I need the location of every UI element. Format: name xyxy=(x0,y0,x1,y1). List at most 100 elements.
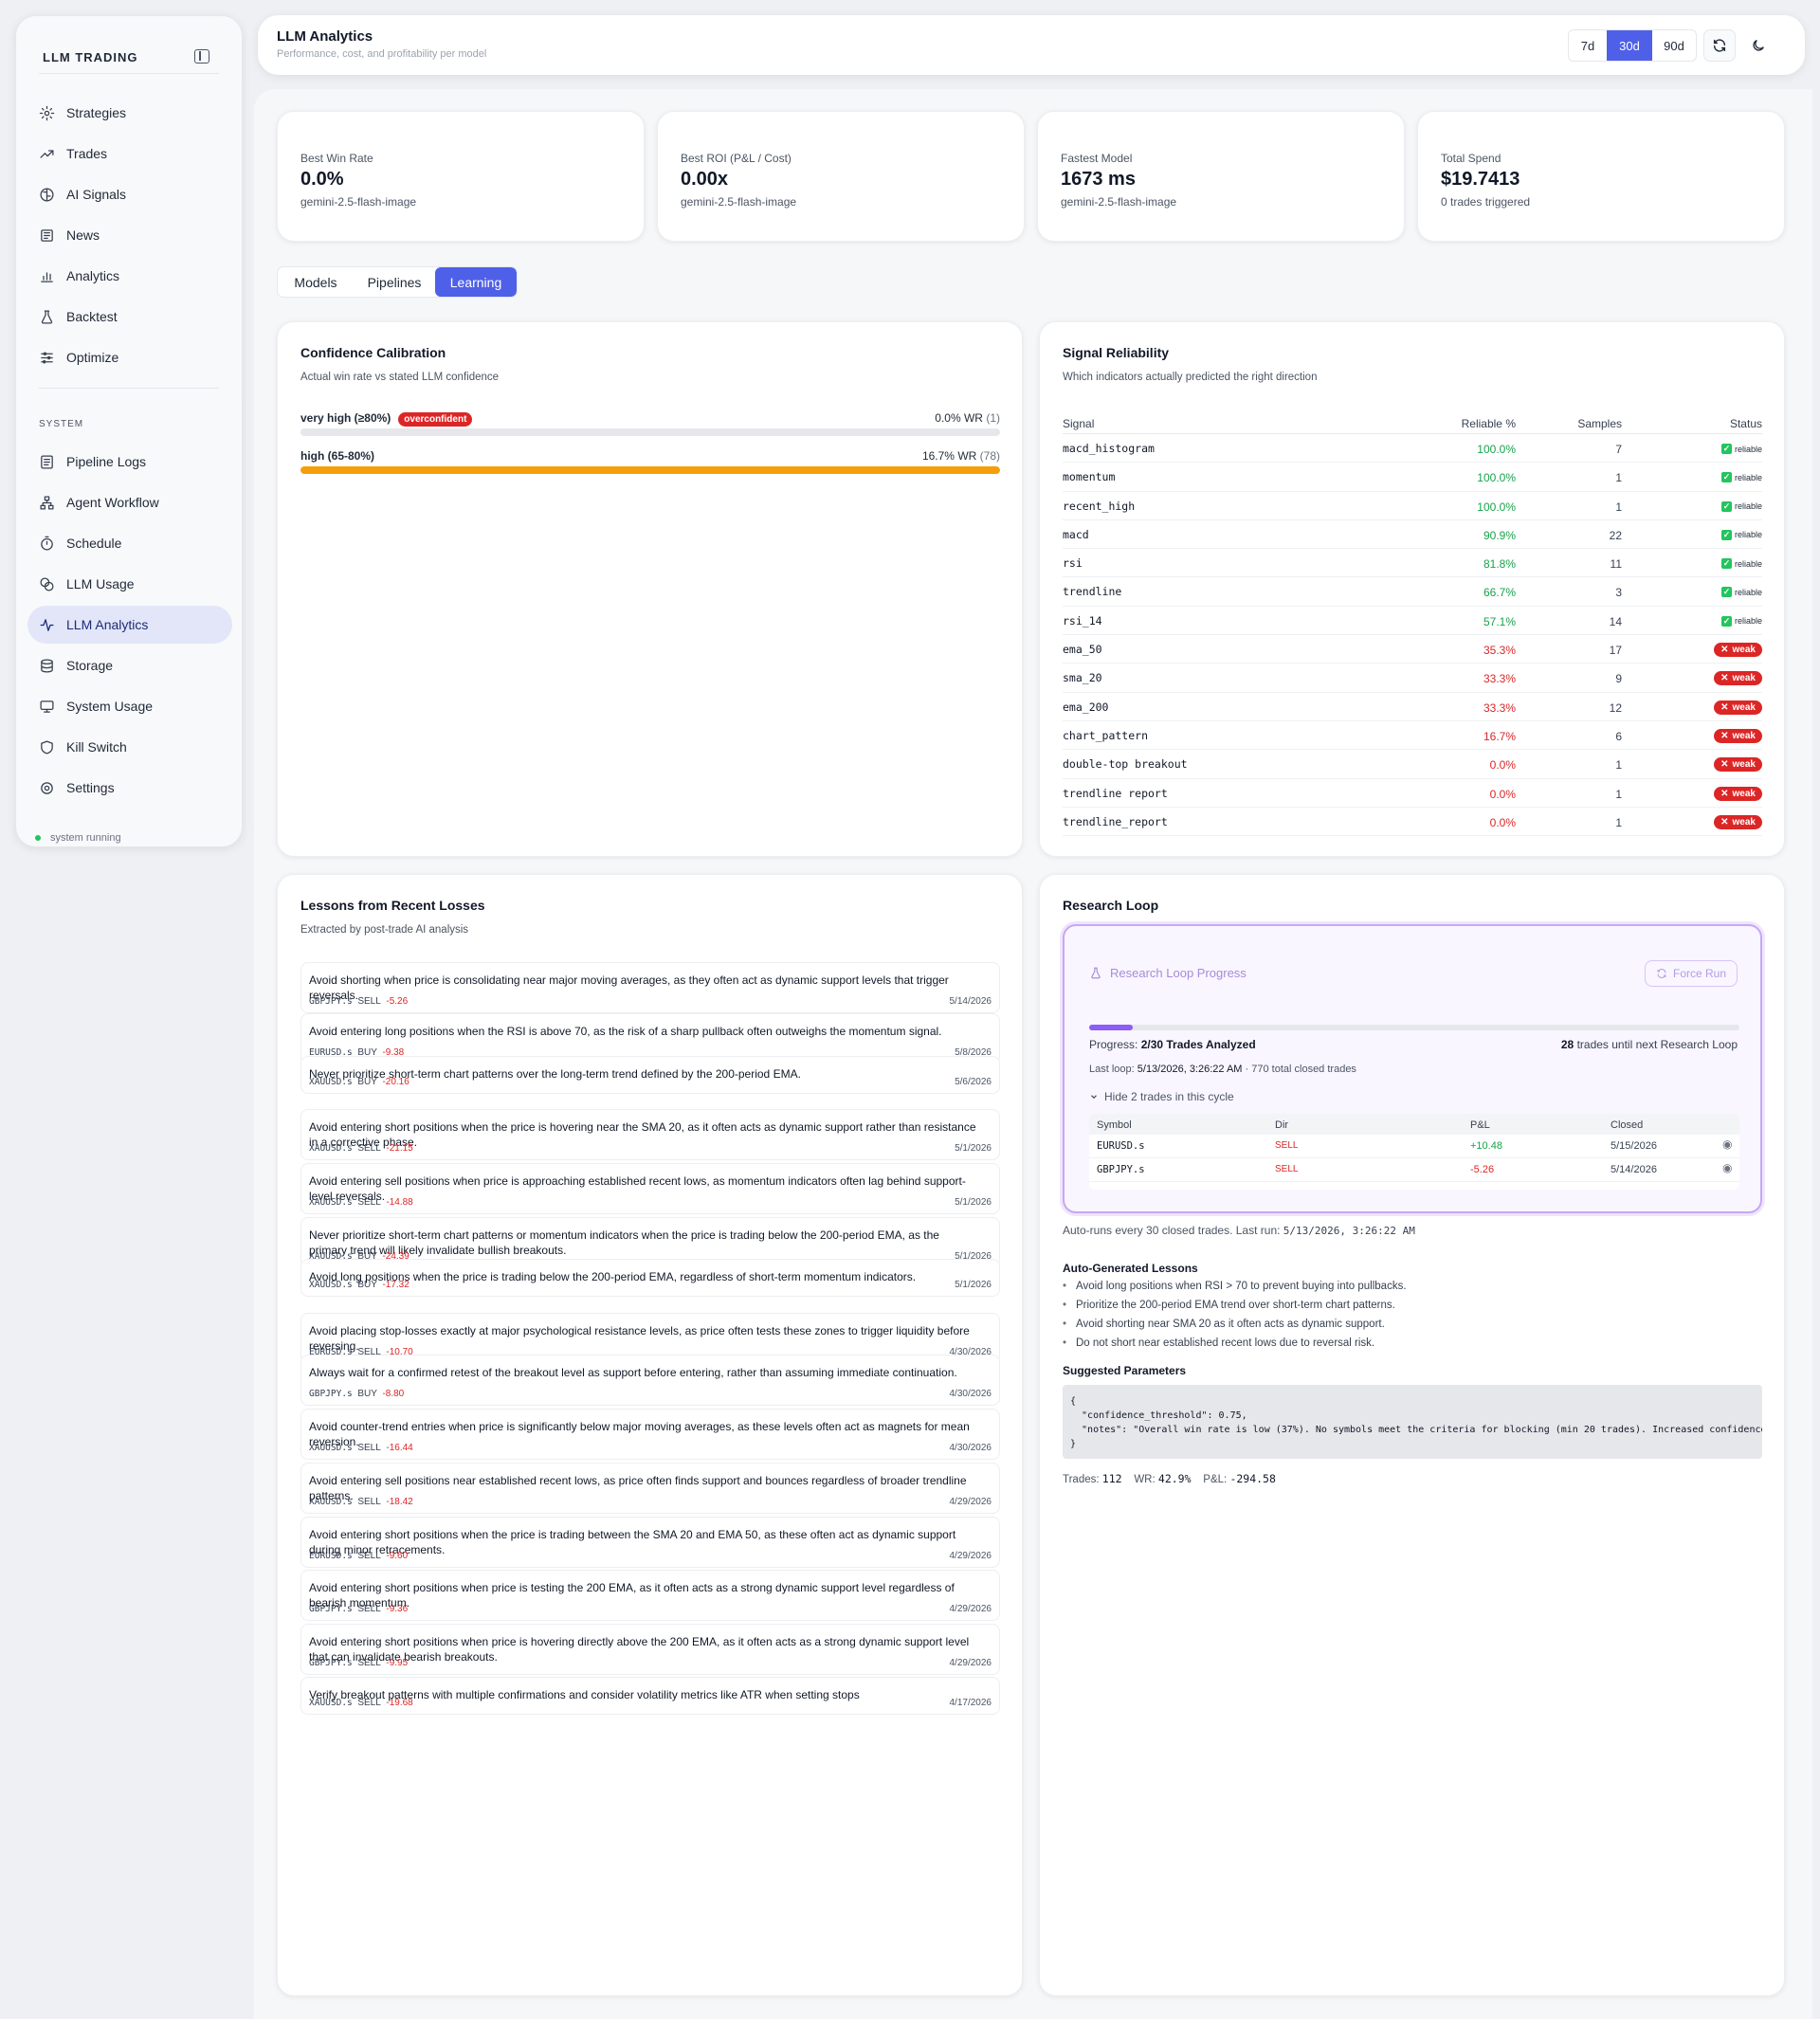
x-icon: ✕ xyxy=(1720,645,1729,656)
lesson-direction: BUY xyxy=(357,1280,377,1290)
table-row: recent_high 100.0% 1 ✓ reliable xyxy=(1063,492,1762,520)
sidebar-item-optimize[interactable]: Optimize xyxy=(27,338,232,376)
sidebar-collapse-icon[interactable] xyxy=(194,49,209,64)
status-cell: ✓ reliable xyxy=(1720,441,1762,454)
calibration-wr: 16.7% WR xyxy=(921,449,977,463)
calibration-bucket: high (65-80%) xyxy=(300,449,375,463)
hide-trades-toggle[interactable]: Hide 2 trades in this cycle xyxy=(1089,1090,1234,1103)
sidebar-scrollbar[interactable] xyxy=(242,77,244,397)
summary-trades: 112 xyxy=(1101,1472,1122,1485)
newspaper-icon xyxy=(41,228,53,242)
column-header: Signal xyxy=(1063,417,1095,430)
eye-icon[interactable]: ◉ xyxy=(1722,1137,1732,1151)
sidebar-item-label: Analytics xyxy=(66,268,120,283)
lesson-item: Avoid long positions when the price is t… xyxy=(300,1259,1000,1297)
reliable-badge: ✓ reliable xyxy=(1720,500,1762,512)
sidebar-item-settings[interactable]: Settings xyxy=(27,769,232,807)
table-row: macd_histogram 100.0% 7 ✓ reliable xyxy=(1063,434,1762,464)
sidebar-item-news[interactable]: News xyxy=(27,216,232,254)
status-cell: ✓ reliable xyxy=(1720,469,1762,483)
lesson-meta: XAUUSD.s SELL -14.88 xyxy=(309,1197,413,1208)
last-loop-text: Last loop: 5/13/2026, 3:26:22 AM · 770 t… xyxy=(1089,1064,1356,1075)
cycle-trades-table: Symbol Dir P&L Closed EURUSD.s SELL +10.… xyxy=(1089,1114,1739,1190)
lesson-direction: SELL xyxy=(357,1143,381,1154)
eye-icon[interactable]: ◉ xyxy=(1722,1161,1732,1174)
summary-wr: 42.9% xyxy=(1157,1472,1192,1485)
card-title: Signal Reliability xyxy=(1063,345,1170,360)
table-row: chart_pattern 16.7% 6 ✕ weak xyxy=(1063,721,1762,751)
table-row: macd 90.9% 22 ✓ reliable xyxy=(1063,520,1762,550)
column-header: Samples xyxy=(1577,417,1622,430)
lesson-symbol: XAUUSD.s xyxy=(309,1197,353,1208)
table-row: double-top breakout 0.0% 1 ✕ weak xyxy=(1063,750,1762,779)
sidebar-section-label: SYSTEM xyxy=(39,419,84,429)
lesson-pnl: -21.15 xyxy=(386,1143,413,1154)
lesson-date: 5/14/2026 xyxy=(949,996,992,1007)
research-loop-card: Research Loop Research Loop Progress For… xyxy=(1039,874,1785,1996)
reliable-badge: ✓ reliable xyxy=(1720,558,1762,570)
status-cell: ✕ weak xyxy=(1714,728,1762,743)
tab-pipelines[interactable]: Pipelines xyxy=(354,267,435,297)
sidebar-item-system-usage[interactable]: System Usage xyxy=(27,687,232,725)
sidebar-item-label: Kill Switch xyxy=(66,739,127,755)
lesson-text: Always wait for a confirmed retest of th… xyxy=(309,1366,957,1379)
force-run-button[interactable]: Force Run xyxy=(1645,960,1738,987)
sidebar-item-trades[interactable]: Trades xyxy=(27,135,232,173)
sidebar-item-strategies[interactable]: Strategies xyxy=(27,94,232,132)
sidebar-item-storage[interactable]: Storage xyxy=(27,646,232,684)
signal-reliability-card: Signal Reliability Which indicators actu… xyxy=(1039,321,1785,857)
force-run-label: Force Run xyxy=(1672,967,1727,980)
lesson-text: Avoid entering short positions when pric… xyxy=(309,1635,970,1664)
status-text: reliable xyxy=(1734,501,1762,512)
lesson-item: Avoid entering short positions when the … xyxy=(300,1517,1000,1568)
column-header: P&L xyxy=(1470,1119,1490,1131)
lesson-pnl: -19.68 xyxy=(386,1698,413,1708)
trade-closed: 5/14/2026 xyxy=(1611,1164,1657,1175)
lesson-meta: XAUUSD.s BUY -20.16 xyxy=(309,1077,410,1087)
calibration-count: (78) xyxy=(979,449,1000,463)
progress-value: 2/30 Trades Analyzed xyxy=(1140,1038,1256,1051)
period-90d-button[interactable]: 90d xyxy=(1652,30,1696,61)
signal-name: macd xyxy=(1063,527,1089,541)
progress-text: Progress: 2/30 Trades Analyzed xyxy=(1089,1038,1256,1051)
sidebar-item-llm-usage[interactable]: LLM Usage xyxy=(27,565,232,603)
trade-symbol: EURUSD.s xyxy=(1097,1140,1145,1152)
calibration-bar xyxy=(300,466,1000,474)
tab-models[interactable]: Models xyxy=(278,267,354,297)
sidebar-item-kill-switch[interactable]: Kill Switch xyxy=(27,728,232,766)
sidebar-item-label: Pipeline Logs xyxy=(66,454,147,469)
sidebar-item-ai-signals[interactable]: AI Signals xyxy=(27,175,232,213)
sidebar-item-schedule[interactable]: Schedule xyxy=(27,524,232,562)
stat-card-best-roi: Best ROI (P&L / Cost) 0.00x gemini-2.5-f… xyxy=(657,111,1025,242)
signal-name: recent_high xyxy=(1063,499,1136,513)
lessons-card: Lessons from Recent Losses Extracted by … xyxy=(277,874,1023,1996)
stat-card-fastest-model: Fastest Model 1673 ms gemini-2.5-flash-i… xyxy=(1037,111,1405,242)
lesson-pnl: -9.60 xyxy=(386,1551,409,1561)
check-icon: ✓ xyxy=(1720,500,1732,512)
refresh-button[interactable] xyxy=(1703,29,1736,62)
sidebar-item-analytics[interactable]: Analytics xyxy=(27,257,232,295)
brand-title: LLM TRADING xyxy=(43,50,138,64)
check-icon: ✓ xyxy=(1720,587,1732,598)
stat-value: 0.00x xyxy=(681,169,729,190)
period-7d-button[interactable]: 7d xyxy=(1569,30,1607,61)
sidebar-item-agent-workflow[interactable]: Agent Workflow xyxy=(27,483,232,521)
reliable-pct: 90.9% xyxy=(1483,528,1516,542)
sidebar-item-pipeline-logs[interactable]: Pipeline Logs xyxy=(27,443,232,481)
tab-learning[interactable]: Learning xyxy=(435,267,517,297)
signal-name: trendline xyxy=(1063,585,1122,599)
check-icon: ✓ xyxy=(1720,558,1732,570)
stat-label: Fastest Model xyxy=(1061,152,1133,165)
lesson-symbol: EURUSD.s xyxy=(309,1551,353,1561)
sidebar-item-llm-analytics[interactable]: LLM Analytics xyxy=(27,606,232,644)
lesson-item: Avoid entering sell positions when price… xyxy=(300,1163,1000,1214)
lesson-symbol: GBPJPY.s xyxy=(309,1604,353,1614)
theme-toggle-button[interactable] xyxy=(1742,29,1774,62)
sample-count: 22 xyxy=(1609,528,1622,542)
card-subtitle: Extracted by post-trade AI analysis xyxy=(300,924,469,936)
lesson-date: 4/17/2026 xyxy=(949,1698,992,1708)
signal-name: sma_20 xyxy=(1063,671,1102,685)
period-30d-button[interactable]: 30d xyxy=(1607,30,1652,61)
reliable-pct: 81.8% xyxy=(1483,557,1516,572)
sidebar-item-backtest[interactable]: Backtest xyxy=(27,298,232,336)
